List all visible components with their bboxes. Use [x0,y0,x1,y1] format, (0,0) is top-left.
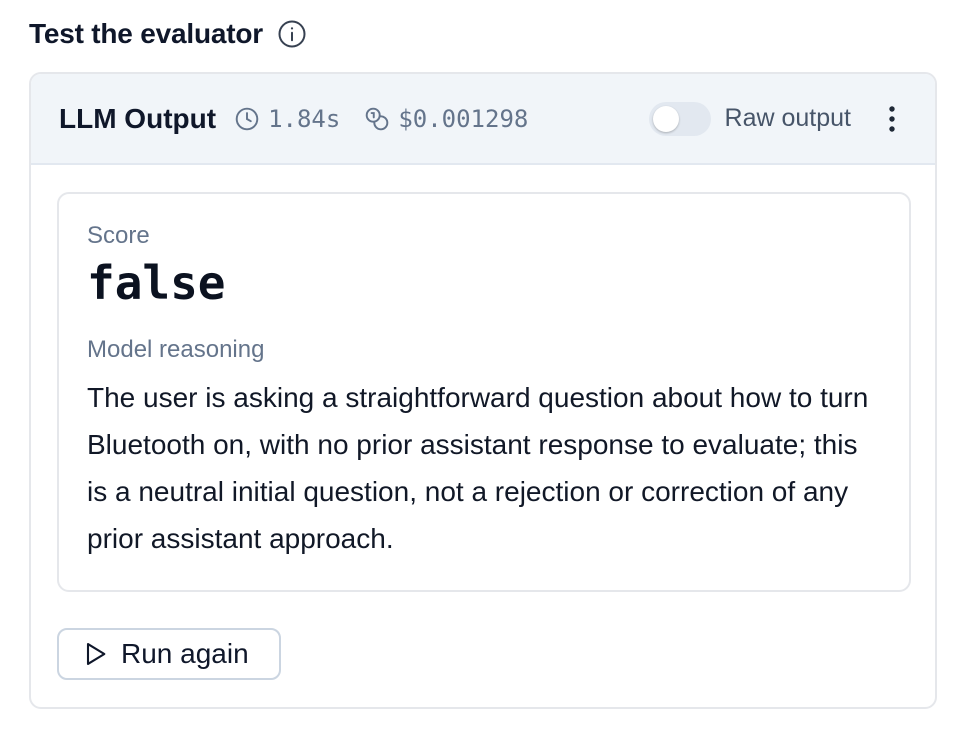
run-again-label: Run again [121,638,249,669]
reasoning-label: Model reasoning [87,336,265,363]
more-vertical-icon[interactable] [877,99,907,139]
coins-icon [364,106,390,132]
info-icon[interactable] [277,19,307,49]
card-title: LLM Output [59,102,217,134]
clock-icon [234,106,260,132]
page-header: Test the evaluator [29,16,307,52]
score-label: Score [87,222,150,249]
result-box: Score false Model reasoning The user is … [57,192,911,592]
latency-value: 1.84s [268,104,341,133]
score-value: false [87,256,226,310]
latency-meta: 1.84s [234,105,340,133]
page-title: Test the evaluator [29,18,263,49]
play-icon [81,640,109,668]
raw-output-label: Raw output [724,104,851,132]
card-header: LLM Output 1.84s $0.001298 Raw output [31,74,935,165]
toggle-knob [652,105,679,132]
cost-value: $0.001298 [398,104,529,133]
llm-output-card: LLM Output 1.84s $0.001298 Raw output Sc… [29,72,937,709]
reasoning-text: The user is asking a straightforward que… [87,382,869,554]
run-again-button[interactable]: Run again [57,628,281,680]
raw-output-toggle[interactable] [648,101,711,136]
cost-meta: $0.001298 [364,105,528,133]
